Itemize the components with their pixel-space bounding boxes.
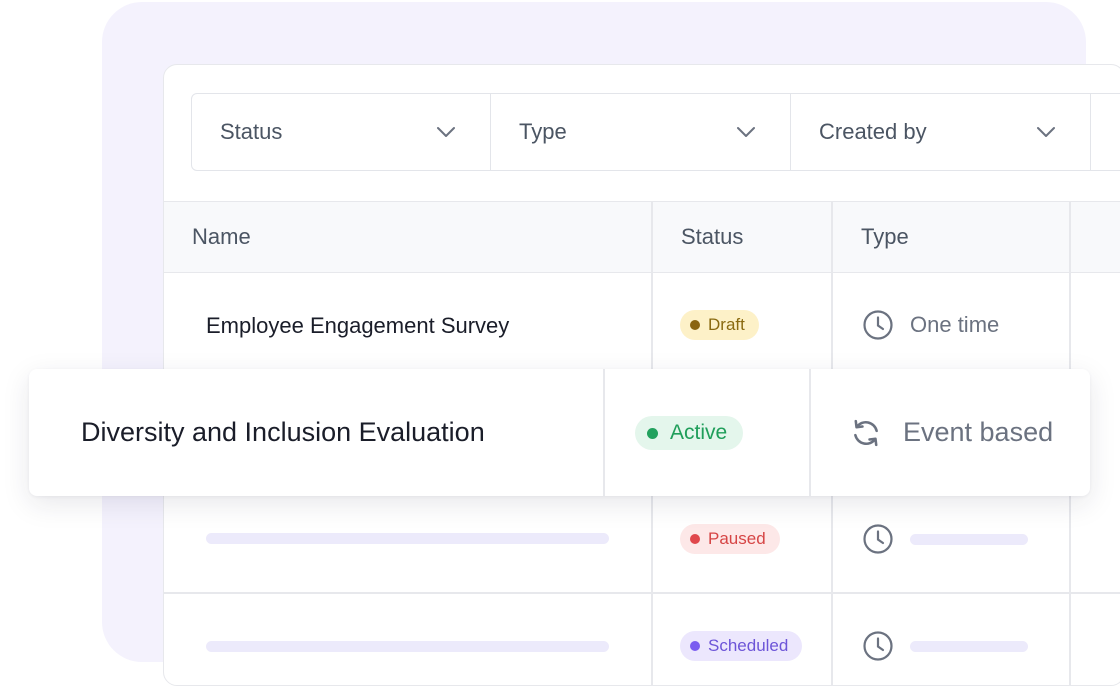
status-filter-label: Status bbox=[220, 119, 283, 144]
filter-bar: Status Type Created by bbox=[191, 93, 1120, 171]
row-divider bbox=[164, 592, 1120, 594]
column-header-status[interactable]: Status bbox=[681, 202, 743, 272]
status-filter-dropdown[interactable]: Status bbox=[192, 94, 491, 170]
status-badge-label: Paused bbox=[708, 529, 766, 548]
type-cell bbox=[862, 630, 1028, 662]
status-badge-label: Active bbox=[670, 421, 728, 444]
created-by-filter-dropdown[interactable]: Created by bbox=[791, 94, 1091, 170]
created-by-filter-label: Created by bbox=[819, 119, 927, 144]
status-badge: Paused bbox=[680, 524, 780, 554]
status-badge-label: Draft bbox=[708, 315, 745, 334]
type-filter-label: Type bbox=[519, 119, 567, 144]
clock-icon bbox=[863, 524, 893, 554]
type-cell bbox=[862, 523, 1028, 555]
status-dot bbox=[690, 320, 700, 330]
column-header-type[interactable]: Type bbox=[861, 202, 909, 272]
status-badge-label: Scheduled bbox=[708, 636, 789, 655]
column-divider bbox=[809, 369, 811, 496]
status-badge: Scheduled bbox=[680, 631, 803, 661]
type-cell: One time bbox=[862, 309, 999, 341]
type-filter-dropdown[interactable]: Type bbox=[491, 94, 791, 170]
status-dot bbox=[647, 427, 658, 439]
type-placeholder-bar bbox=[910, 640, 1028, 652]
status-dot bbox=[690, 534, 700, 544]
chevron-down-icon bbox=[737, 127, 755, 137]
name-placeholder-bar bbox=[206, 533, 609, 544]
chevron-down-icon bbox=[1037, 127, 1055, 137]
clock-icon bbox=[863, 631, 893, 661]
type-cell: Event based bbox=[849, 369, 1053, 496]
name-placeholder-bar bbox=[206, 641, 609, 652]
type-label: Event based bbox=[903, 417, 1054, 447]
column-header-name[interactable]: Name bbox=[192, 202, 251, 272]
table-header: Name Status Type bbox=[164, 201, 1120, 273]
survey-name: Employee Engagement Survey bbox=[206, 313, 510, 338]
survey-name: Diversity and Inclusion Evaluation bbox=[81, 417, 485, 447]
chevron-down-icon bbox=[437, 127, 455, 137]
type-label: One time bbox=[910, 312, 1000, 337]
type-placeholder-bar bbox=[910, 533, 1028, 545]
clock-icon bbox=[863, 310, 893, 340]
status-dot bbox=[690, 641, 700, 651]
column-divider bbox=[603, 369, 605, 496]
status-badge: Active bbox=[635, 416, 744, 450]
refresh-icon bbox=[854, 419, 878, 446]
status-badge: Draft bbox=[680, 310, 759, 340]
highlighted-table-row[interactable]: Diversity and Inclusion Evaluation Activ… bbox=[29, 369, 1090, 496]
